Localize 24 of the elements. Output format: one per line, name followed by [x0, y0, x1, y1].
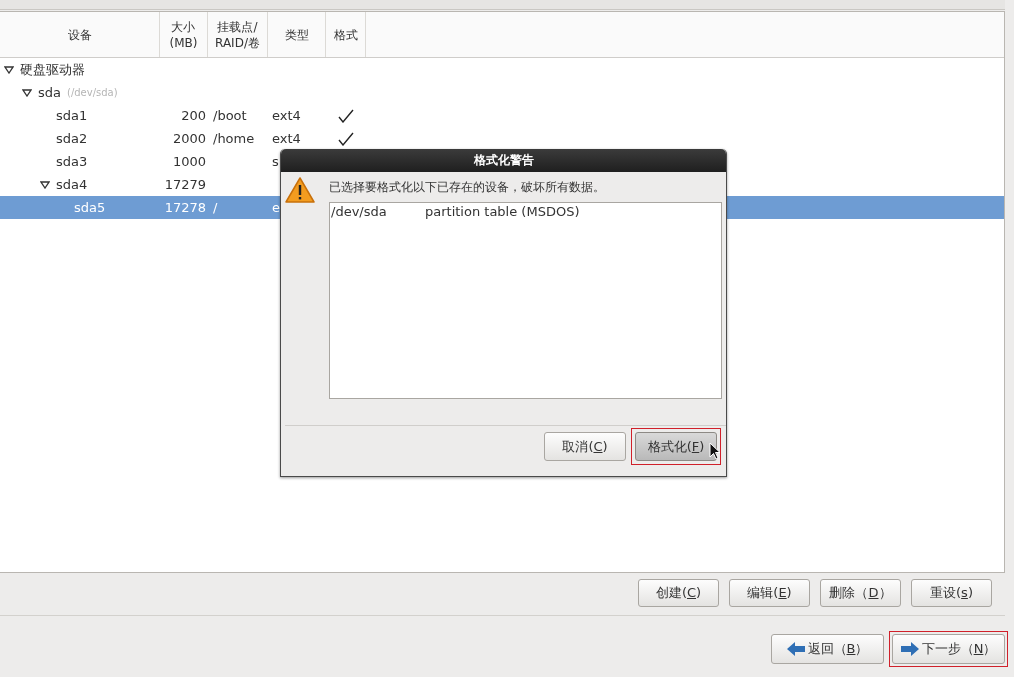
mount-cell-text: /boot: [212, 108, 248, 123]
device-name: sda3: [56, 154, 88, 169]
size-cell-text: 17279: [163, 177, 207, 192]
device-name: sda4: [56, 177, 88, 192]
device-name: sda5: [74, 200, 106, 215]
dialog-message: 已选择要格式化以下已存在的设备，破坏所有数据。: [329, 179, 606, 196]
type-cell-text: e: [271, 200, 281, 215]
mount-cell-text: /: [212, 200, 219, 215]
device-name: 硬盘驱动器: [20, 60, 85, 79]
device-description: partition table (MSDOS): [425, 204, 580, 219]
size-cell-text: 1000: [171, 154, 207, 169]
device-name: /dev/sda: [331, 204, 388, 219]
size-cell-text: 200: [180, 108, 207, 123]
type-cell-text: s: [271, 154, 280, 169]
mount-cell-text: /home: [212, 131, 256, 146]
type-cell-text: ext4: [271, 131, 302, 146]
device-name: sda2: [56, 131, 88, 146]
dialog-title: 格式化警告: [281, 149, 726, 172]
device-path: (/dev/sda): [67, 87, 118, 98]
type-cell-text: ext4: [271, 108, 302, 123]
size-cell-text: 17278: [163, 200, 207, 215]
size-cell-text: 2000: [171, 131, 207, 146]
device-name: sda: [38, 85, 61, 100]
device-name: sda1: [56, 108, 88, 123]
